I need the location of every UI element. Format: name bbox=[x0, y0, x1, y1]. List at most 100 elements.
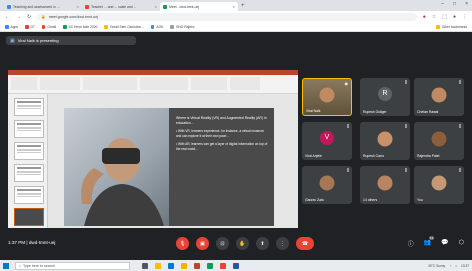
mic-icon: 🎙 bbox=[179, 240, 186, 247]
participant-tile[interactable]: ⁑ You bbox=[414, 166, 464, 204]
present-icon: ⬆ bbox=[260, 240, 265, 247]
participant-tile[interactable]: ⁑ 14 others bbox=[360, 166, 410, 204]
address-bar: ← → ↻ 🔒 meet.google.com/dwd-tmnt-uej ● ☆… bbox=[0, 11, 472, 23]
participant-tile[interactable]: ⁑ Chetan Rawal bbox=[414, 78, 464, 116]
camera-in-use-icon[interactable]: ● bbox=[423, 14, 426, 20]
word-icon[interactable] bbox=[233, 262, 239, 269]
slide-thumbnail bbox=[14, 142, 44, 160]
leave-call-button[interactable]: ☎ bbox=[296, 237, 314, 250]
participant-video bbox=[377, 131, 393, 147]
bookmark-item[interactable]: SC Hmm.bdm 2020 bbox=[63, 25, 97, 29]
windows-start-icon[interactable] bbox=[3, 262, 9, 269]
captions-button[interactable]: ⊡ bbox=[216, 237, 229, 250]
mic-toggle-button[interactable]: 🎙 bbox=[176, 237, 189, 250]
tab-title: Teacher ... and ... scale and ... bbox=[91, 4, 137, 9]
slide-text-block: Where is Virtual Reality (VR) and Augmen… bbox=[176, 116, 268, 156]
meeting-info: 1:37 PM | dwd-tmnt-uej bbox=[8, 240, 55, 245]
star-icon[interactable]: ☆ bbox=[432, 14, 436, 20]
volume-icon[interactable]: ◖ bbox=[455, 264, 457, 268]
slide-thumbnail bbox=[14, 186, 44, 204]
mic-off-icon: ⁑ bbox=[347, 124, 349, 129]
hand-icon: ✋ bbox=[239, 240, 246, 247]
url-field[interactable]: 🔒 meet.google.com/dwd-tmnt-uej bbox=[37, 13, 417, 21]
camera-icon: ▣ bbox=[200, 240, 205, 247]
maximize-icon[interactable]: □ bbox=[453, 1, 456, 7]
bookmark-item[interactable]: Gmail Sem Gsolution... bbox=[104, 25, 144, 29]
presenting-label: Viral Naik is presenting bbox=[17, 38, 59, 43]
slide-thumbnail bbox=[14, 120, 44, 138]
bookmark-item[interactable]: GNO Rajeev bbox=[170, 25, 195, 29]
browser-tab-active[interactable]: Meet - dwd-tmnt-uej × bbox=[160, 2, 238, 11]
captions-icon: ⊡ bbox=[220, 240, 225, 247]
participant-tile[interactable]: ⁑ Gaurav Zala bbox=[302, 166, 352, 204]
bookmark-item[interactable]: AOK bbox=[150, 25, 163, 29]
browser-tab[interactable]: Teacher ... and ... scale and ... × bbox=[82, 2, 160, 11]
bookmark-item[interactable]: Gmail bbox=[41, 25, 56, 29]
participant-tile[interactable]: V ⁑ Viral Anjele bbox=[302, 122, 352, 160]
bookmark-favicon-icon bbox=[170, 25, 174, 29]
current-slide: Where is Virtual Reality (VR) and Augmen… bbox=[64, 108, 274, 226]
edge-icon[interactable] bbox=[168, 262, 174, 269]
gmail-icon bbox=[41, 25, 46, 29]
powerpoint-icon[interactable] bbox=[194, 262, 200, 269]
bookmarks-bar: Apps DT Gmail SC Hmm.bdm 2020 Gmail Sem … bbox=[0, 23, 472, 32]
more-options-button[interactable]: ⋮ bbox=[276, 237, 289, 250]
taskbar-clock[interactable]: 13:37 bbox=[461, 264, 469, 268]
call-controls: 🎙 ▣ ⊡ ✋ ⬆ ⋮ ☎ bbox=[176, 237, 314, 250]
close-window-icon[interactable]: × bbox=[465, 1, 468, 7]
present-button[interactable]: ⬆ bbox=[256, 237, 269, 250]
close-tab-icon[interactable]: × bbox=[155, 4, 157, 9]
participant-tile[interactable]: R ⁑ Rupesh Gidiger bbox=[360, 78, 410, 116]
forward-icon[interactable]: → bbox=[16, 14, 21, 20]
browser-tab[interactable]: Teaching and assessment in ... × bbox=[4, 2, 82, 11]
participant-tile[interactable]: ⁑ Rajendra Patel bbox=[414, 122, 464, 160]
other-bookmarks[interactable]: Other bookmarks bbox=[436, 25, 467, 29]
people-button[interactable]: 👥 13 bbox=[424, 236, 435, 248]
slide-thumbnail-selected bbox=[14, 208, 44, 226]
taskbar-search[interactable]: ⌕ Type here to search bbox=[15, 261, 130, 270]
info-icon[interactable]: ⓘ bbox=[408, 239, 414, 248]
participant-name: Rajendra Patel bbox=[417, 154, 440, 158]
participant-tile[interactable]: ⁑ Rupesh Carro bbox=[360, 122, 410, 160]
avatar: R bbox=[378, 86, 392, 101]
app-icon[interactable] bbox=[207, 262, 213, 269]
presenting-banner: ▣ Viral Naik is presenting bbox=[6, 36, 136, 45]
ribbon-group bbox=[230, 77, 260, 90]
profile-icon[interactable]: ● bbox=[453, 14, 456, 20]
wifi-icon[interactable]: ◔ bbox=[449, 264, 451, 268]
new-tab-button[interactable]: + bbox=[238, 2, 248, 11]
close-tab-icon[interactable]: × bbox=[233, 4, 235, 9]
reload-icon[interactable]: ↻ bbox=[27, 14, 31, 20]
participant-name: Gaurav Zala bbox=[305, 198, 324, 202]
close-tab-icon[interactable]: × bbox=[77, 4, 79, 9]
lock-icon: 🔒 bbox=[41, 15, 46, 19]
menu-kebab-icon[interactable]: ⋮ bbox=[462, 14, 467, 20]
app-icon[interactable] bbox=[220, 262, 226, 269]
extension-icons: ● ☆ ⬚ ● ⋮ bbox=[423, 14, 467, 20]
weather-text: 30°C Sunny bbox=[428, 263, 446, 268]
meet-control-bar: 1:37 PM | dwd-tmnt-uej 🎙 ▣ ⊡ ✋ ⬆ ⋮ ☎ ⓘ 👥… bbox=[0, 228, 472, 260]
meet-favicon-icon bbox=[163, 4, 167, 9]
vr-headset-photo bbox=[64, 108, 169, 226]
minimize-icon[interactable]: – bbox=[441, 1, 444, 7]
chrome-icon[interactable] bbox=[155, 262, 161, 269]
avatar: V bbox=[320, 130, 334, 145]
participant-video bbox=[377, 175, 393, 191]
activities-icon[interactable]: ⬡ bbox=[459, 239, 464, 248]
back-icon[interactable]: ← bbox=[5, 14, 10, 20]
bookmark-item[interactable]: Apps bbox=[5, 25, 18, 29]
explorer-icon[interactable] bbox=[181, 262, 187, 269]
extension-icon[interactable]: ⬚ bbox=[442, 14, 447, 20]
taskbar-apps bbox=[142, 262, 239, 269]
tab-title: Meet - dwd-tmnt-uej bbox=[169, 4, 200, 9]
bookmark-item[interactable]: DT bbox=[25, 25, 35, 29]
camera-toggle-button[interactable]: ▣ bbox=[196, 237, 209, 250]
mic-off-icon: ⁑ bbox=[459, 80, 461, 85]
raise-hand-button[interactable]: ✋ bbox=[236, 237, 249, 250]
participant-tile[interactable]: ◉ Viral Naik bbox=[302, 78, 352, 116]
leave-call-icon: ☎ bbox=[301, 240, 309, 247]
system-tray: 30°C Sunny ◔ ◖ 13:37 bbox=[428, 264, 469, 268]
meet-stage: ▣ Viral Naik is presenting Where is Virt… bbox=[0, 32, 472, 260]
chat-icon[interactable]: 💬 bbox=[441, 239, 448, 248]
task-view-icon[interactable] bbox=[142, 262, 148, 269]
